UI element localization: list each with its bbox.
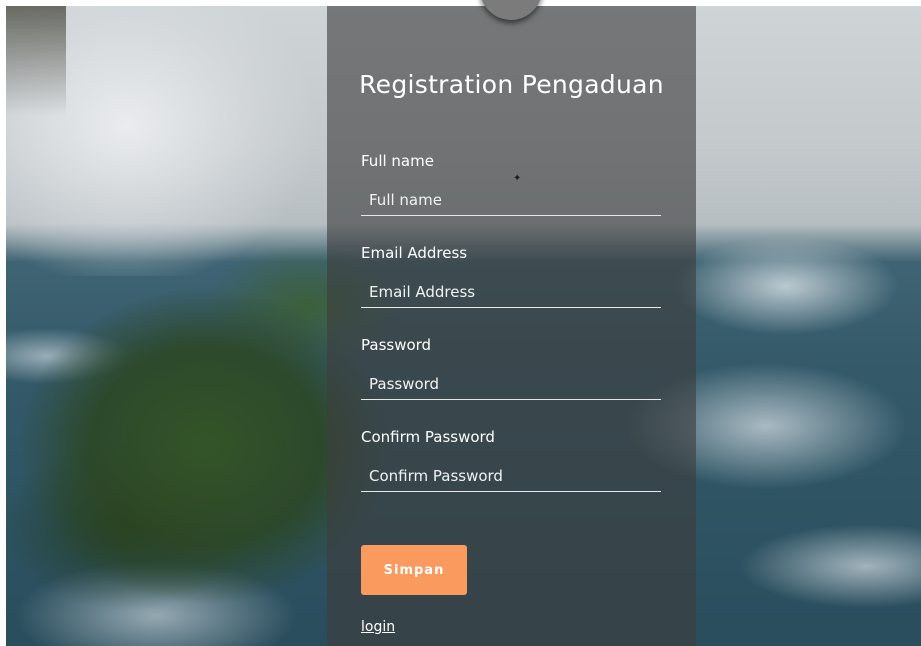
- login-link[interactable]: login: [361, 619, 395, 635]
- password-input[interactable]: [361, 368, 661, 400]
- full-name-input[interactable]: [361, 184, 661, 216]
- bird-icon: ✦: [513, 173, 522, 184]
- confirm-password-input[interactable]: [361, 460, 661, 492]
- confirm-password-label: Confirm Password: [361, 428, 495, 446]
- simpan-button[interactable]: Simpan: [361, 545, 467, 595]
- password-label: Password: [361, 336, 432, 354]
- full-name-label: Full name: [361, 152, 434, 170]
- email-label: Email Address: [361, 244, 468, 262]
- registration-page: ✦ Registration Pengaduan Full name Email…: [0, 0, 921, 646]
- email-input[interactable]: [361, 276, 661, 308]
- dark-corner: [6, 6, 66, 116]
- page-title: Registration Pengaduan: [359, 70, 664, 99]
